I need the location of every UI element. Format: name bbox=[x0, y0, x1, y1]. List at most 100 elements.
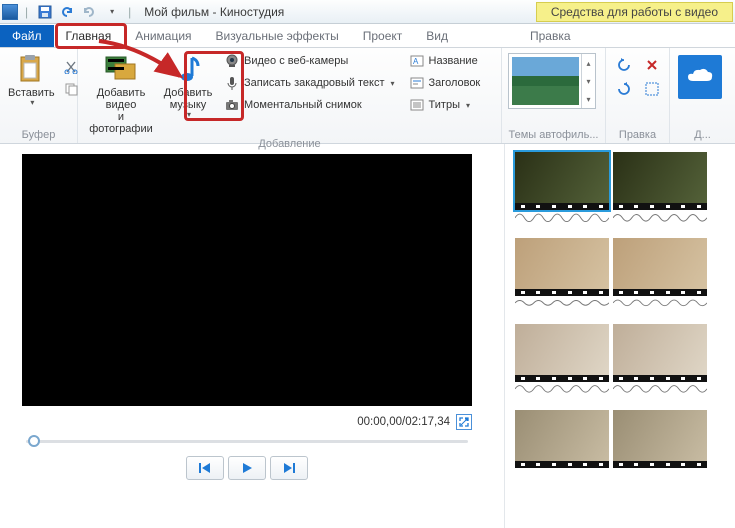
play-icon bbox=[241, 462, 253, 474]
add-media-label: Добавить видео и фотографии bbox=[86, 87, 156, 135]
clip-row bbox=[515, 410, 735, 468]
clip[interactable] bbox=[515, 410, 609, 468]
paste-button[interactable]: Вставить ▾ bbox=[4, 51, 59, 110]
heading-icon bbox=[409, 75, 425, 91]
slider-thumb[interactable] bbox=[28, 435, 40, 447]
clip-row bbox=[515, 324, 735, 382]
group-label-buffer: Буфер bbox=[0, 128, 77, 143]
video-preview[interactable] bbox=[22, 154, 472, 406]
rotate-right-button[interactable] bbox=[614, 79, 634, 99]
chevron-down-icon: ▾ bbox=[30, 99, 34, 108]
ribbon: Вставить ▾ Буфер Добавить видео и фотогр… bbox=[0, 48, 735, 144]
webcam-icon bbox=[224, 53, 240, 69]
music-note-icon bbox=[172, 53, 204, 85]
save-button[interactable] bbox=[35, 2, 55, 22]
theme-thumb bbox=[512, 57, 579, 105]
copy-icon bbox=[64, 82, 78, 96]
title-button[interactable]: A Название bbox=[405, 51, 485, 71]
ribbon-group-share: Д... bbox=[670, 48, 735, 143]
voiceover-button[interactable]: Записать закадровый текст ▾ bbox=[220, 73, 399, 93]
save-icon bbox=[38, 5, 52, 19]
window-title: Мой фильм - Киностудия bbox=[144, 5, 284, 19]
contextual-tab-label: Средства для работы с видео bbox=[536, 2, 733, 22]
svg-text:A: A bbox=[413, 57, 419, 66]
title-icon: A bbox=[409, 53, 425, 69]
add-music-label: Добавить музыку bbox=[164, 87, 213, 111]
tab-visual-effects[interactable]: Визуальные эффекты bbox=[204, 25, 351, 47]
title-label: Название bbox=[429, 55, 478, 67]
prev-icon bbox=[198, 462, 212, 474]
storyboard-pane[interactable] bbox=[504, 144, 735, 528]
rotate-right-icon bbox=[616, 81, 632, 97]
clip[interactable] bbox=[613, 238, 707, 296]
rotate-left-button[interactable] bbox=[614, 55, 634, 75]
undo-button[interactable] bbox=[57, 2, 77, 22]
credits-button[interactable]: Титры ▾ bbox=[405, 95, 485, 115]
preview-pane: 00:00,00/02:17,34 bbox=[0, 144, 504, 528]
gallery-scroll[interactable]: ▴▾▾ bbox=[581, 54, 595, 108]
rotate-left-icon bbox=[616, 57, 632, 73]
title-bar: | ▾ | Мой фильм - Киностудия Средства дл… bbox=[0, 0, 735, 24]
add-media-button[interactable]: Добавить видео и фотографии bbox=[82, 51, 160, 137]
fullscreen-icon bbox=[459, 417, 469, 427]
cloud-icon bbox=[685, 67, 715, 87]
ribbon-tabs: Файл Главная Анимация Визуальные эффекты… bbox=[0, 24, 735, 48]
slider-track bbox=[26, 440, 468, 443]
heading-label: Заголовок bbox=[429, 77, 481, 89]
chevron-down-icon: ▾ bbox=[466, 101, 470, 110]
group-label-add: Добавление bbox=[78, 137, 501, 152]
redo-button[interactable] bbox=[79, 2, 99, 22]
tab-edit[interactable]: Правка bbox=[518, 25, 583, 47]
cut-icon bbox=[64, 60, 78, 74]
paste-icon bbox=[15, 53, 47, 85]
tab-project[interactable]: Проект bbox=[351, 25, 415, 47]
qat-customize[interactable]: ▾ bbox=[101, 2, 121, 22]
seek-slider[interactable] bbox=[22, 432, 472, 450]
clip[interactable] bbox=[515, 152, 609, 210]
themes-gallery[interactable]: ▴▾▾ bbox=[508, 53, 596, 109]
prev-frame-button[interactable] bbox=[186, 456, 224, 480]
add-music-button[interactable]: Добавить музыку▾ bbox=[160, 51, 216, 122]
snapshot-button[interactable]: Моментальный снимок bbox=[220, 95, 399, 115]
undo-icon bbox=[60, 5, 74, 19]
clip[interactable] bbox=[613, 324, 707, 382]
delete-icon bbox=[645, 58, 659, 72]
onedrive-button[interactable] bbox=[678, 55, 722, 99]
ribbon-group-buffer: Вставить ▾ Буфер bbox=[0, 48, 78, 143]
webcam-label: Видео с веб-камеры bbox=[244, 55, 348, 67]
credits-label: Титры bbox=[429, 99, 460, 111]
chevron-down-icon: ▾ bbox=[391, 79, 395, 88]
timecode: 00:00,00/02:17,34 bbox=[357, 416, 450, 428]
clip[interactable] bbox=[613, 410, 707, 468]
clip-row bbox=[515, 152, 735, 210]
snapshot-label: Моментальный снимок bbox=[244, 99, 362, 111]
app-icon bbox=[2, 4, 18, 20]
next-icon bbox=[282, 462, 296, 474]
redo-icon bbox=[82, 5, 96, 19]
next-frame-button[interactable] bbox=[270, 456, 308, 480]
tab-animation[interactable]: Анимация bbox=[123, 25, 203, 47]
clip[interactable] bbox=[515, 324, 609, 382]
select-all-button[interactable] bbox=[642, 79, 662, 99]
select-all-icon bbox=[645, 82, 659, 96]
group-label-share: Д... bbox=[670, 128, 735, 143]
heading-button[interactable]: Заголовок bbox=[405, 73, 485, 93]
microphone-icon bbox=[224, 75, 240, 91]
separator: | bbox=[25, 5, 28, 19]
chevron-down-icon: ▾ bbox=[110, 7, 114, 16]
clip[interactable] bbox=[515, 238, 609, 296]
fullscreen-button[interactable] bbox=[456, 414, 472, 430]
tab-view[interactable]: Вид bbox=[414, 25, 460, 47]
tab-home[interactable]: Главная bbox=[54, 25, 124, 47]
tab-file[interactable]: Файл bbox=[0, 25, 54, 47]
play-button[interactable] bbox=[228, 456, 266, 480]
chevron-down-icon: ▾ bbox=[187, 111, 191, 120]
clip[interactable] bbox=[613, 152, 707, 210]
webcam-button[interactable]: Видео с веб-камеры bbox=[220, 51, 399, 71]
quick-access-toolbar: ▾ bbox=[35, 2, 121, 22]
playback-controls bbox=[22, 456, 472, 480]
delete-button[interactable] bbox=[642, 55, 662, 75]
work-area: 00:00,00/02:17,34 bbox=[0, 144, 735, 528]
separator: | bbox=[128, 5, 131, 19]
voiceover-label: Записать закадровый текст bbox=[244, 77, 385, 89]
